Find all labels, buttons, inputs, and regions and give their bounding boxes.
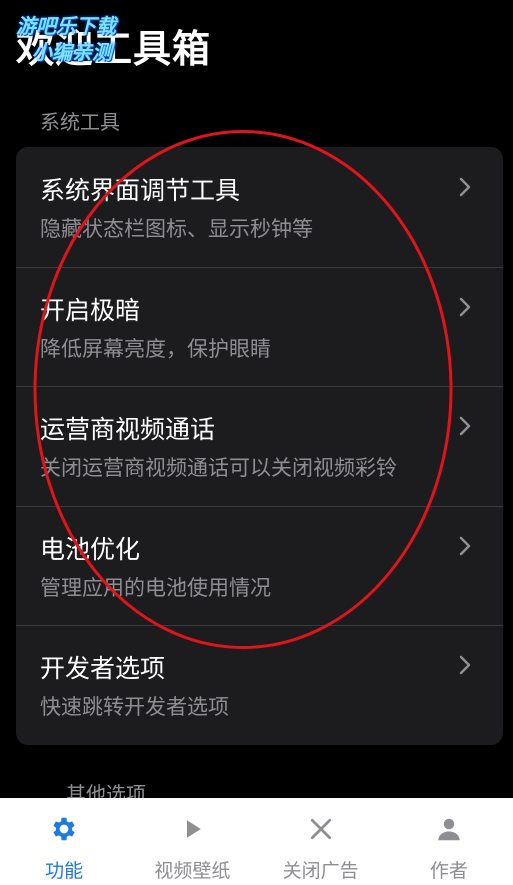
person-icon [438,818,460,841]
list-item-title: 运营商视频通话 [40,415,216,445]
list-item-developer-options[interactable]: 开发者选项 快速跳转开发者选项 [16,625,503,745]
chevron-right-icon [459,297,471,316]
tools-list: 系统界面调节工具 隐藏状态栏图标、显示秒钟等 开启极暗 降低屏幕亮度，保护眼睛 … [16,147,503,745]
list-item-subtitle: 快速跳转开发者选项 [40,695,229,720]
tab-close-ads[interactable]: 关闭广告 [257,798,385,885]
chevron-right-icon [459,536,471,556]
list-item-title: 电池优化 [40,534,141,564]
list-item-subtitle: 关闭运营商视频通话可以关闭视频彩铃 [40,456,397,481]
list-item-subtitle: 管理应用的电池使用情况 [40,575,271,600]
list-item-battery-optimization[interactable]: 电池优化 管理应用的电池使用情况 [16,505,503,626]
tab-features[interactable]: 功能 [0,798,128,885]
tab-label: 视频壁纸 [154,860,231,882]
watermark: 游吧乐下载 小编亲测 [14,8,164,68]
section-label-system: 系统工具 [40,110,120,134]
chevron-right-icon [459,656,471,675]
chevron-right-icon [459,416,471,436]
gear-icon [53,817,75,841]
list-item-subtitle: 隐藏状态栏图标、显示秒钟等 [40,217,313,241]
play-icon [187,820,202,838]
tab-label: 功能 [45,860,84,882]
list-item-title: 开启极暗 [40,295,141,325]
list-item-title: 开发者选项 [40,654,166,684]
close-icon [310,818,331,840]
watermark-line1: 游吧乐下载 [16,14,116,38]
list-item-extra-dim[interactable]: 开启极暗 降低屏幕亮度，保护眼睛 [16,266,503,387]
tab-video-wallpaper[interactable]: 视频壁纸 [128,798,256,885]
chevron-right-icon [459,177,471,197]
list-item-ui-tuner[interactable]: 系统界面调节工具 隐藏状态栏图标、显示秒钟等 [16,147,503,267]
bottom-tab-bar: 功能 视频壁纸 关闭广告 作者 [0,798,513,885]
tab-author[interactable]: 作者 [385,798,513,885]
tab-label: 作者 [429,860,468,882]
list-item-subtitle: 降低屏幕亮度，保护眼睛 [40,336,271,361]
list-item-carrier-video-call[interactable]: 运营商视频通话 关闭运营商视频通话可以关闭视频彩铃 [16,386,503,506]
watermark-line2: 小编亲测 [32,40,112,64]
tab-label: 关闭广告 [282,860,359,882]
list-item-title: 系统界面调节工具 [40,176,241,205]
